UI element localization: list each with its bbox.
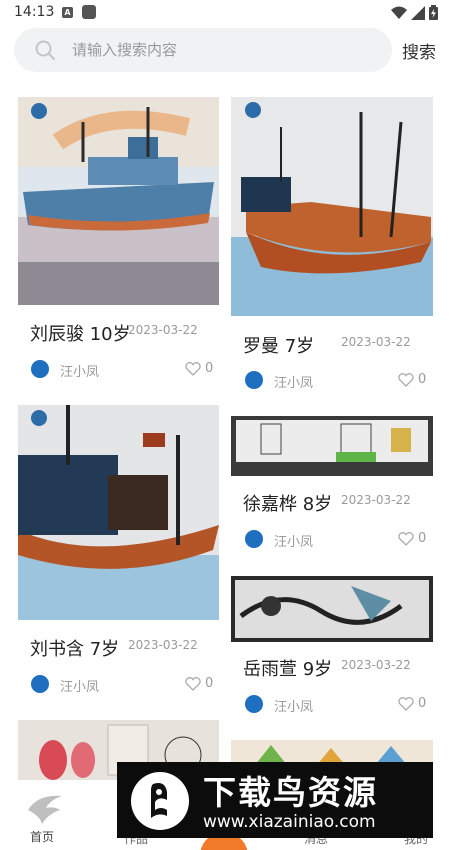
card-date: 2023-03-22	[341, 658, 411, 672]
card-title: 岳雨萱 9岁	[243, 659, 333, 680]
artwork-image	[231, 416, 433, 476]
card-author: 汪小凤	[60, 365, 100, 380]
author-avatar	[245, 371, 263, 389]
search-button[interactable]: 搜索	[402, 38, 436, 63]
artwork-card[interactable]: 刘书含 7岁 2023-03-22 汪小凤 0	[18, 405, 219, 700]
card-date: 2023-03-22	[341, 335, 411, 349]
status-time: 14:13	[14, 4, 55, 20]
wifi-icon	[391, 6, 407, 19]
author-avatar	[245, 530, 263, 548]
signal-icon	[411, 5, 425, 20]
author-avatar	[245, 695, 263, 713]
card-date: 2023-03-22	[128, 638, 198, 652]
heart-icon[interactable]	[185, 362, 201, 376]
card-date: 2023-03-22	[128, 323, 198, 337]
card-author: 汪小凤	[60, 680, 100, 695]
heart-icon[interactable]	[185, 677, 201, 691]
watermark-logo-icon	[131, 772, 189, 830]
author-avatar	[31, 360, 49, 378]
like-count: 0	[205, 676, 214, 691]
artwork-image	[18, 405, 219, 620]
artwork-card[interactable]: 罗曼 7岁 2023-03-22 汪小凤 0	[231, 97, 433, 397]
artwork-image	[18, 97, 219, 305]
notification-a-icon: A	[62, 7, 73, 18]
status-icons	[391, 5, 438, 20]
artwork-card[interactable]: 刘辰骏 10岁 2023-03-22 汪小凤 0	[18, 97, 219, 392]
home-bird-icon[interactable]	[26, 792, 64, 826]
like-count: 0	[418, 696, 427, 711]
card-date: 2023-03-22	[341, 493, 411, 507]
card-author: 汪小凤	[274, 376, 314, 391]
battery-icon	[429, 5, 438, 20]
author-avatar	[31, 675, 49, 693]
card-title: 罗曼 7岁	[243, 336, 315, 357]
like-count: 0	[205, 361, 214, 376]
watermark-title: 下载鸟资源	[203, 773, 378, 812]
artwork-image	[231, 97, 433, 316]
card-author: 汪小凤	[274, 700, 314, 715]
card-author: 汪小凤	[274, 535, 314, 550]
artwork-image	[231, 576, 433, 642]
like-count: 0	[418, 372, 427, 387]
watermark-banner: 下载鸟资源 www.xiazainiao.com	[117, 762, 433, 838]
artwork-card[interactable]: 徐嘉桦 8岁 2023-03-22 汪小凤 0	[231, 416, 433, 556]
card-title: 徐嘉桦 8岁	[243, 494, 333, 515]
notification-app-icon	[82, 5, 96, 19]
search-box[interactable]	[14, 28, 392, 72]
card-title: 刘书含 7岁	[30, 639, 120, 660]
search-input[interactable]	[72, 28, 372, 72]
search-icon	[35, 40, 55, 60]
card-title: 刘辰骏 10岁	[30, 324, 131, 345]
heart-icon[interactable]	[398, 373, 414, 387]
like-count: 0	[418, 531, 427, 546]
artwork-card[interactable]: 岳雨萱 9岁 2023-03-22 汪小凤 0	[231, 576, 433, 716]
status-bar: 14:13 A	[0, 0, 450, 26]
heart-icon[interactable]	[398, 532, 414, 546]
watermark-url: www.xiazainiao.com	[203, 812, 376, 832]
nav-home[interactable]: 首页	[30, 828, 54, 845]
heart-icon[interactable]	[398, 697, 414, 711]
